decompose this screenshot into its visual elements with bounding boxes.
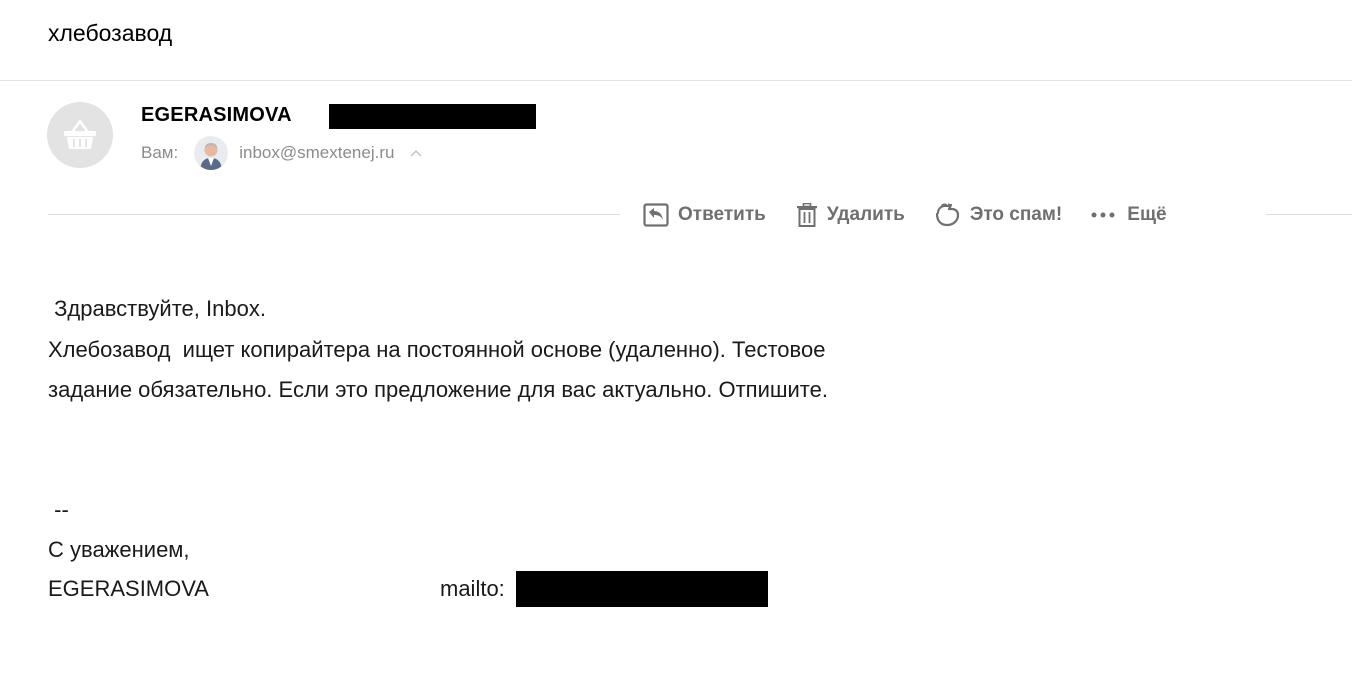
toolbar-divider-right: [1266, 214, 1352, 215]
more-label: Ещё: [1127, 204, 1167, 225]
message-toolbar: Ответить Удалить Это спам! Ещё: [643, 200, 1167, 230]
body-line-1: Хлебозавод ищет копирайтера на постоянно…: [48, 337, 826, 362]
delete-label: Удалить: [826, 204, 905, 225]
spam-label: Это спам!: [969, 204, 1063, 225]
more-dots-icon: [1091, 212, 1115, 218]
sender-avatar[interactable]: [47, 102, 113, 168]
body-greeting: Здравствуйте, Inbox.: [48, 296, 266, 321]
recipient-row: Вам: inbox@smextenej.ru: [141, 136, 422, 170]
subject-bar: хлебозавод: [0, 0, 1352, 81]
chevron-up-icon[interactable]: [410, 147, 422, 159]
message-subject: хлебозавод: [48, 20, 173, 46]
signature-mailto[interactable]: mailto:: [440, 576, 505, 602]
user-photo-icon: [194, 136, 229, 170]
recipient-label: Вам:: [141, 143, 179, 162]
signature-regards: С уважением,: [48, 537, 190, 562]
recipient-avatar[interactable]: [194, 136, 229, 170]
more-button[interactable]: Ещё: [1090, 203, 1167, 227]
reply-icon: [643, 203, 669, 227]
basket-icon: [64, 119, 96, 149]
spam-button[interactable]: Это спам!: [935, 203, 1062, 227]
toolbar-divider-left: [48, 214, 620, 215]
recipient-email[interactable]: inbox@smextenej.ru: [239, 143, 394, 163]
body-line-2: задание обязательно. Если это предложени…: [48, 377, 828, 402]
trash-icon: [796, 203, 817, 227]
thumb-down-icon: [935, 203, 959, 227]
delete-button[interactable]: Удалить: [796, 203, 905, 227]
redacted-sender-email: [329, 104, 536, 129]
redacted-signature-email: [516, 571, 768, 607]
sender-name[interactable]: EGERASIMOVA: [141, 104, 292, 127]
signature-name: EGERASIMOVA: [48, 576, 209, 601]
reply-label: Ответить: [678, 204, 766, 225]
signature-dash: --: [48, 497, 69, 522]
reply-button[interactable]: Ответить: [643, 203, 766, 227]
